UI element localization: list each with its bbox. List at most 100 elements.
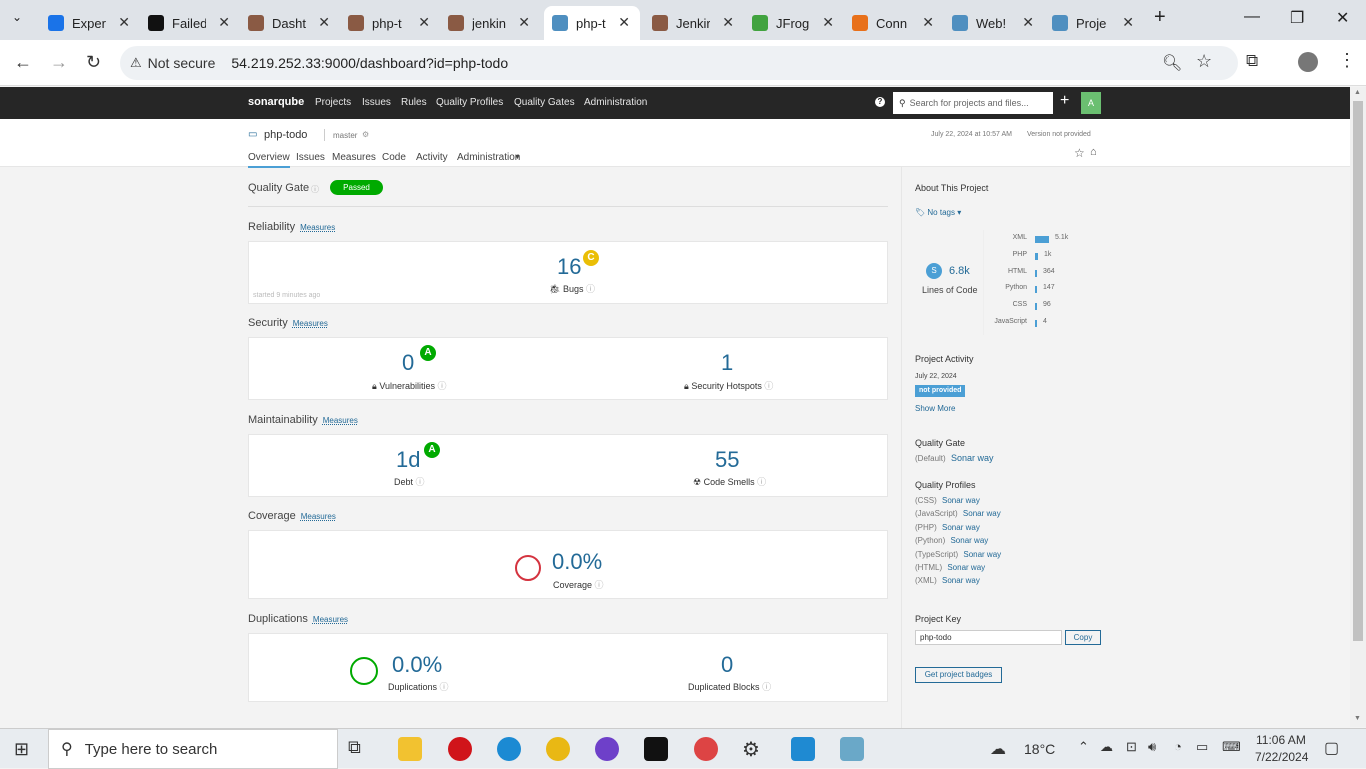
tray-chevron-icon[interactable]: ⌃ <box>1078 739 1089 755</box>
network-icon[interactable]: ⊡ <box>1126 739 1137 755</box>
onedrive-icon[interactable]: ☁ <box>1100 739 1113 755</box>
close-window-button[interactable]: ✕ <box>1336 8 1349 28</box>
reliability-measures-link[interactable]: Measures <box>300 223 335 232</box>
create-project-button[interactable]: + <box>1060 92 1069 110</box>
vscode-icon[interactable] <box>791 737 815 761</box>
volume-icon[interactable]: 🔊︎ <box>1148 739 1156 755</box>
help-icon[interactable]: ⓘ <box>586 284 595 294</box>
browser-tab[interactable]: Exper ✕ <box>40 6 140 40</box>
tab-issues[interactable]: Issues <box>296 152 325 163</box>
maximize-button[interactable]: ❐ <box>1290 8 1304 28</box>
bookmark-star-icon[interactable]: ☆ <box>1196 51 1212 72</box>
chevron-down-icon[interactable]: ▼ <box>514 154 521 161</box>
browser-tab[interactable]: Conn ✕ <box>844 6 944 40</box>
browser-tab[interactable]: php-t ✕ <box>544 6 640 40</box>
help-icon[interactable]: ? <box>875 97 885 107</box>
profile-link[interactable]: Sonar way <box>963 509 1001 518</box>
help-icon[interactable]: ⓘ <box>438 381 447 391</box>
app-icon[interactable] <box>644 737 668 761</box>
hotspots-value[interactable]: 1 <box>721 350 733 376</box>
weather-icon[interactable]: ☁ <box>990 739 1006 759</box>
qg-link[interactable]: Sonar way <box>951 453 994 463</box>
browser-tab[interactable]: JFrog ✕ <box>744 6 844 40</box>
settings-icon[interactable]: ⚙ <box>742 737 766 761</box>
tab-activity[interactable]: Activity <box>416 152 448 163</box>
sonarqube-logo[interactable]: sonarqube <box>248 96 304 108</box>
nav-quality-profiles[interactable]: Quality Profiles <box>436 97 503 108</box>
nav-projects[interactable]: Projects <box>315 97 351 108</box>
profile-link[interactable]: Sonar way <box>942 576 980 585</box>
loc-value[interactable]: 6.8k <box>949 265 970 277</box>
taskbar-search-input[interactable]: Type here to search <box>85 741 218 758</box>
github-desktop-icon[interactable] <box>595 737 619 761</box>
chrome-profile-icon[interactable] <box>694 737 718 761</box>
clock-date[interactable]: 7/22/2024 <box>1255 750 1308 764</box>
close-tab-icon[interactable]: ✕ <box>618 14 630 31</box>
weather-temp[interactable]: 18°C <box>1024 741 1055 757</box>
coverage-measures-link[interactable]: Measures <box>301 512 336 521</box>
reload-icon[interactable]: ↻ <box>86 52 101 73</box>
close-tab-icon[interactable]: ✕ <box>418 14 430 31</box>
extensions-icon[interactable]: ⧉ <box>1246 51 1258 71</box>
quality-gate-help-icon[interactable]: ⓘ <box>311 184 319 195</box>
project-name[interactable]: php-todo <box>264 129 307 141</box>
profile-link[interactable]: Sonar way <box>947 563 985 572</box>
debt-value[interactable]: 1d <box>396 447 420 473</box>
nav-administration[interactable]: Administration <box>584 97 647 108</box>
windows-start-icon[interactable]: ⊞ <box>14 739 29 760</box>
scroll-down-icon[interactable]: ▼ <box>1354 715 1361 722</box>
close-tab-icon[interactable]: ✕ <box>1122 14 1134 31</box>
search-input[interactable]: Search for projects and files... <box>910 98 1029 108</box>
nav-quality-gates[interactable]: Quality Gates <box>514 97 575 108</box>
profile-avatar[interactable] <box>1298 52 1318 72</box>
close-tab-icon[interactable]: ✕ <box>218 14 230 31</box>
profile-link[interactable]: Sonar way <box>942 523 980 532</box>
get-badges-button[interactable]: Get project badges <box>915 667 1002 683</box>
forward-icon[interactable]: → <box>50 52 68 73</box>
browser-tab[interactable]: Dasht ✕ <box>240 6 340 40</box>
duplications-measures-link[interactable]: Measures <box>313 615 348 624</box>
file-explorer-icon[interactable] <box>398 737 422 761</box>
chrome-icon[interactable] <box>546 737 570 761</box>
scroll-up-icon[interactable]: ▲ <box>1354 89 1361 96</box>
close-tab-icon[interactable]: ✕ <box>1022 14 1034 31</box>
page-scrollbar[interactable]: ▲ ▼ <box>1350 87 1366 727</box>
show-more-link[interactable]: Show More <box>915 404 955 413</box>
help-icon[interactable]: ⓘ <box>440 682 449 692</box>
maintainability-measures-link[interactable]: Measures <box>323 416 358 425</box>
battery-icon[interactable]: ▭ <box>1196 739 1208 755</box>
security-measures-link[interactable]: Measures <box>293 319 328 328</box>
code-smells-value[interactable]: 55 <box>715 447 739 473</box>
tab-overview[interactable]: Overview <box>248 152 290 168</box>
vulnerabilities-value[interactable]: 0 <box>402 350 414 376</box>
profile-link[interactable]: Sonar way <box>950 536 988 545</box>
edge-icon[interactable] <box>497 737 521 761</box>
browser-tab[interactable]: Web! ✕ <box>944 6 1044 40</box>
browser-tab[interactable]: php-t ✕ <box>340 6 440 40</box>
keyboard-icon[interactable]: ⌨ <box>1222 739 1241 755</box>
close-tab-icon[interactable]: ✕ <box>922 14 934 31</box>
opera-icon[interactable] <box>448 737 472 761</box>
new-tab-button[interactable]: + <box>1154 6 1166 29</box>
tags-dropdown[interactable]: 🏷︎ No tags ▾ <box>915 208 961 217</box>
menu-icon[interactable]: ⋮ <box>1338 50 1356 71</box>
browser-tab[interactable]: jenkin ✕ <box>440 6 540 40</box>
app-icon[interactable] <box>840 737 864 761</box>
tab-search-icon[interactable]: ⌄ <box>12 10 22 24</box>
help-icon[interactable]: ⓘ <box>757 477 766 487</box>
minimize-button[interactable]: — <box>1244 8 1260 26</box>
zoom-icon[interactable]: 🔍︎ <box>1162 53 1182 73</box>
home-icon[interactable]: ⌂ <box>1090 146 1097 158</box>
branch-label[interactable]: master <box>333 131 357 140</box>
maintainability-rating[interactable]: A <box>424 442 440 458</box>
close-tab-icon[interactable]: ✕ <box>822 14 834 31</box>
close-tab-icon[interactable]: ✕ <box>118 14 130 31</box>
duplications-value[interactable]: 0.0% <box>392 652 442 678</box>
task-view-icon[interactable]: ⧉ <box>348 737 372 761</box>
browser-tab[interactable]: Failed ✕ <box>140 6 240 40</box>
notifications-icon[interactable]: ▢ <box>1324 738 1339 758</box>
tab-code[interactable]: Code <box>382 152 406 163</box>
url-text[interactable]: 54.219.252.33:9000/dashboard?id=php-todo <box>231 55 508 71</box>
search-box[interactable]: ⚲ Search for projects and files... <box>893 92 1053 114</box>
help-icon[interactable]: ⓘ <box>764 381 773 391</box>
